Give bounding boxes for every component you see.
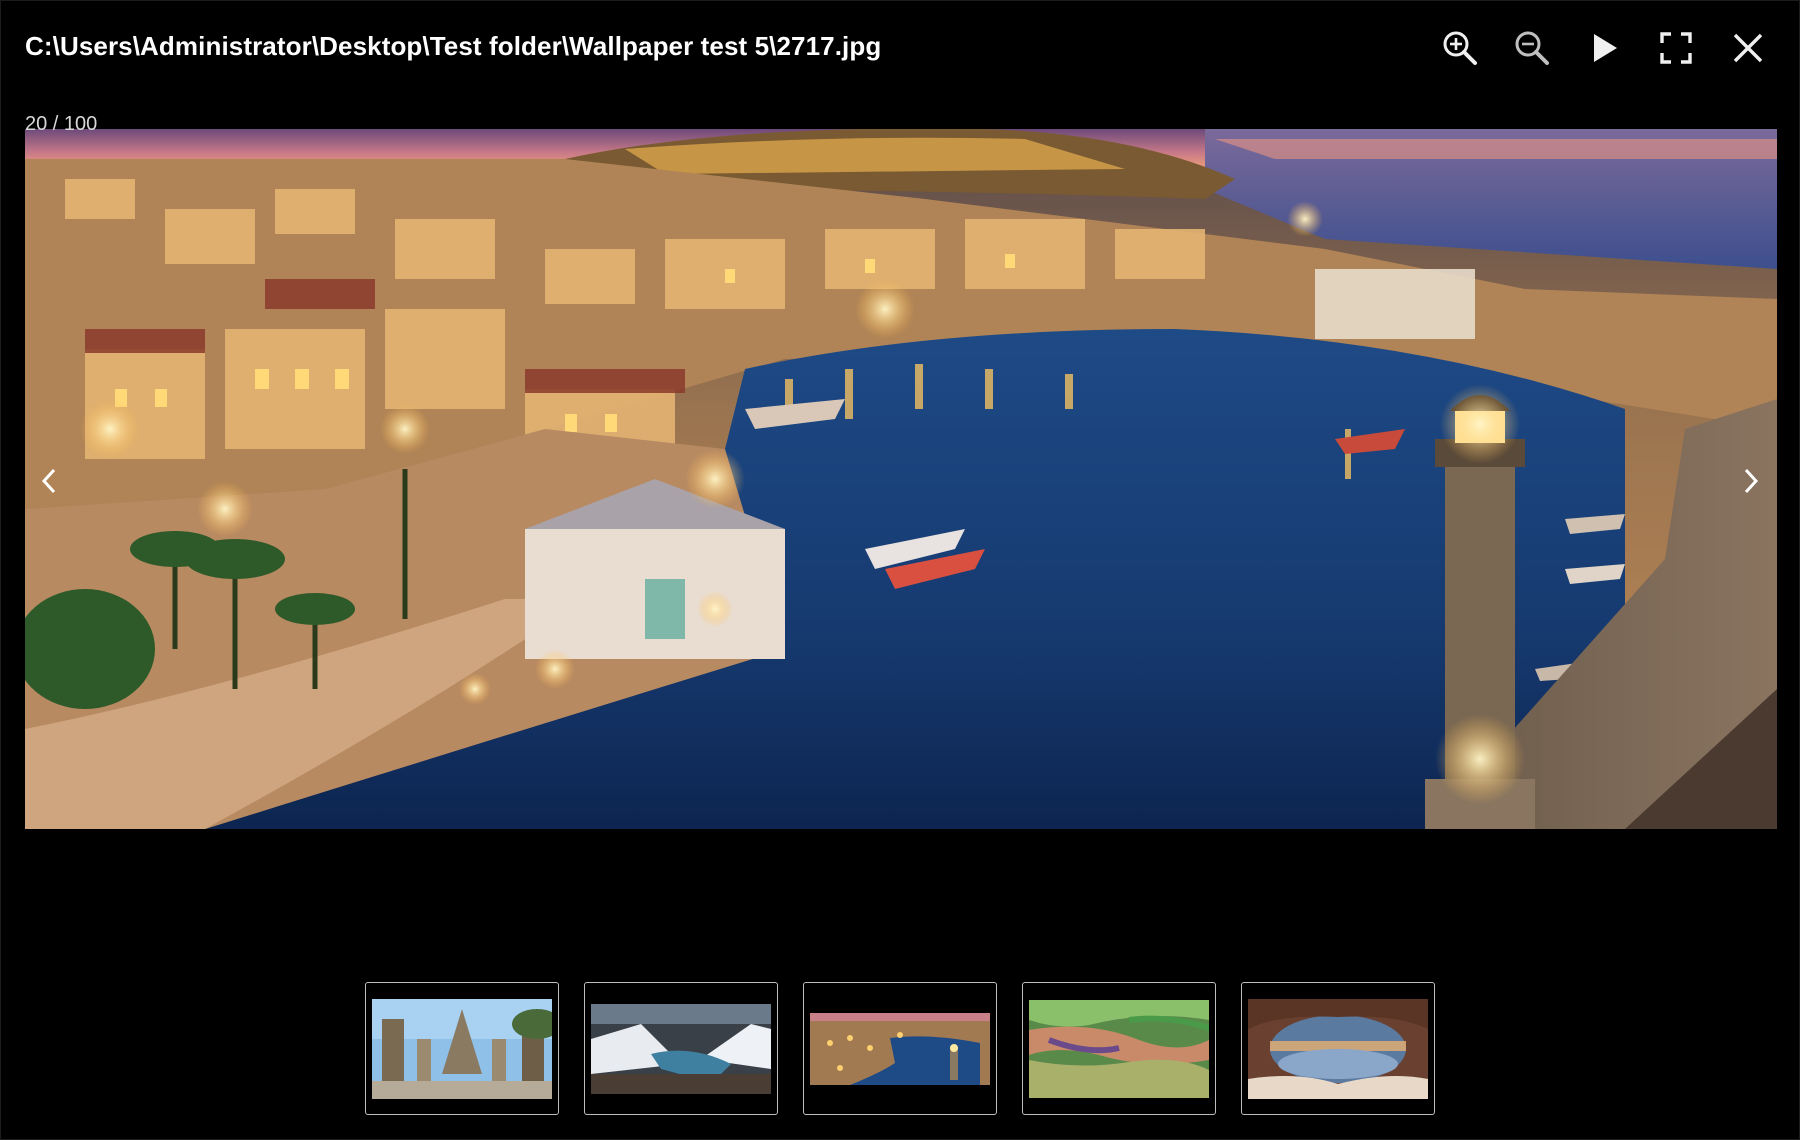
close-icon — [1733, 33, 1763, 63]
close-button[interactable] — [1723, 23, 1773, 73]
zoom-out-icon — [1515, 31, 1549, 65]
fullscreen-icon — [1660, 32, 1692, 64]
zoom-in-button[interactable] — [1435, 23, 1485, 73]
chevron-right-icon — [1744, 468, 1759, 494]
zoom-out-button[interactable] — [1507, 23, 1557, 73]
thumbnail-snowy-mountains[interactable] — [584, 982, 778, 1115]
thumbnail-strip — [365, 982, 1435, 1115]
file-path-title: C:\Users\Administrator\Desktop\Test fold… — [25, 31, 882, 61]
play-icon — [1594, 34, 1617, 62]
chevron-left-icon — [41, 468, 56, 494]
viewer-toolbar — [1413, 23, 1773, 73]
thumbnail-night-harbor[interactable] — [803, 982, 997, 1115]
thumbnail-ice-cave[interactable] — [1241, 982, 1435, 1115]
slideshow-play-button[interactable] — [1579, 23, 1629, 73]
thumbnail-temple-ruins[interactable] — [365, 982, 559, 1115]
previous-image-button[interactable] — [29, 456, 69, 506]
next-image-button[interactable] — [1731, 456, 1771, 506]
fullscreen-button[interactable] — [1651, 23, 1701, 73]
thumbnail-colorful-fields[interactable] — [1022, 982, 1216, 1115]
image-counter: 20 / 100 — [25, 113, 98, 135]
zoom-in-icon — [1443, 31, 1477, 65]
main-photo — [25, 129, 1777, 829]
image-viewer-window: C:\Users\Administrator\Desktop\Test fold… — [0, 0, 1800, 1140]
